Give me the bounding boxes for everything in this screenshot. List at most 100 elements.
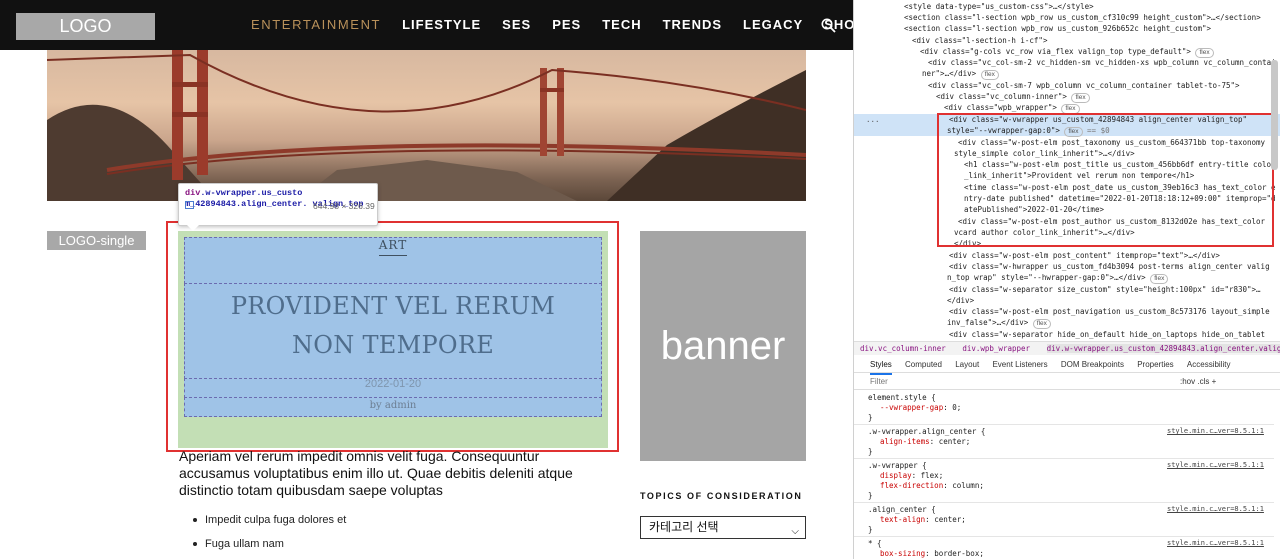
styles-filter-input[interactable]: Filter bbox=[870, 377, 888, 386]
breadcrumb: div.vc_column-inner div.wpb_wrapper div.… bbox=[854, 341, 1280, 355]
website-viewport: LOGO ENTERTAINMENT LIFESTYLE SES PES TEC… bbox=[0, 0, 853, 559]
rule-property[interactable]: text-align: center; bbox=[880, 515, 966, 525]
dom-line[interactable]: <div class="wpb_wrapper"> flex bbox=[944, 102, 1080, 114]
rule-selector[interactable]: .align_center { bbox=[868, 505, 936, 515]
property-value: center; bbox=[938, 437, 971, 446]
property-name: text-align bbox=[880, 515, 926, 524]
logo-single[interactable]: LOGO-single bbox=[47, 231, 146, 250]
dom-line[interactable]: <section class="l-section wpb_row us_cus… bbox=[904, 12, 1261, 23]
post-bullet-list: Impedit culpa fuga dolores et Fuga ullam… bbox=[192, 513, 346, 559]
dom-line[interactable]: </div> bbox=[947, 295, 974, 306]
property-value: center; bbox=[934, 515, 966, 524]
tab-computed[interactable]: Computed bbox=[905, 356, 942, 373]
dom-line-text: n_top wrap" style="--hwrapper-gap:0">…</… bbox=[947, 273, 1146, 282]
styles-tabbar: Styles Computed Layout Event Listeners D… bbox=[854, 356, 1280, 375]
dom-line[interactable]: <div class="w-post-elm post_content" ite… bbox=[949, 250, 1220, 261]
nav-item-lifestyle[interactable]: LIFESTYLE bbox=[402, 17, 481, 32]
rule-divider bbox=[854, 536, 1274, 537]
category-select[interactable]: 카테고리 선택 ⌵ bbox=[640, 516, 806, 539]
property-name: align-items bbox=[880, 437, 930, 446]
flex-badge[interactable]: flex bbox=[1150, 274, 1169, 284]
tab-styles[interactable]: Styles bbox=[870, 356, 892, 375]
rule-divider bbox=[854, 502, 1274, 503]
styles-filter-bar: Filter :hov .cls + bbox=[854, 374, 1280, 390]
tab-properties[interactable]: Properties bbox=[1137, 356, 1173, 373]
dom-line[interactable]: <div class="l-section-h i-cf"> bbox=[912, 35, 1047, 46]
flex-badge[interactable]: flex bbox=[1032, 319, 1051, 329]
flex-layout-icon bbox=[185, 201, 194, 209]
dom-line[interactable]: <div class="w-post-elm post_navigation u… bbox=[949, 306, 1270, 317]
breadcrumb-item[interactable]: div.vc_column-inner bbox=[860, 344, 946, 353]
rule-close: } bbox=[868, 491, 873, 500]
rule-source-link[interactable]: style.min.c…ver=8.5.1:1 bbox=[1167, 461, 1264, 469]
tooltip-dimensions: 644.98 × 326.39 bbox=[313, 201, 375, 211]
nav-item-legacy[interactable]: LEGACY bbox=[743, 17, 803, 32]
flex-badge[interactable]: flex bbox=[980, 70, 999, 80]
nav-item-pes[interactable]: PES bbox=[552, 17, 581, 32]
dom-line[interactable]: <div class="g-cols vc_row via_flex valig… bbox=[920, 46, 1214, 58]
dom-line[interactable]: <div class="vc_col-sm-7 wpb_column vc_co… bbox=[928, 80, 1240, 91]
dom-line[interactable]: <section class="l-section wpb_row us_cus… bbox=[904, 23, 1211, 34]
site-logo[interactable]: LOGO bbox=[16, 13, 155, 40]
rule-property[interactable]: --vwrapper-gap: 0; bbox=[880, 403, 961, 413]
property-value: flex; bbox=[920, 471, 944, 480]
nav-item-tech[interactable]: TECH bbox=[602, 17, 641, 32]
rule-close: } bbox=[868, 525, 873, 534]
dom-line[interactable]: <div class="w-hwrapper us_custom_fd4b309… bbox=[949, 261, 1270, 272]
rule-source-link[interactable]: style.min.c…ver=8.5.1:1 bbox=[1167, 505, 1264, 513]
styles-filter-tools[interactable]: :hov .cls + bbox=[1180, 374, 1216, 390]
rule-selector[interactable]: element.style { bbox=[868, 393, 936, 403]
rule-property[interactable]: box-sizing: border-box; bbox=[880, 549, 984, 559]
tab-layout[interactable]: Layout bbox=[955, 356, 979, 373]
rule-selector[interactable]: .w-vwrapper { bbox=[868, 461, 927, 471]
rule-property[interactable]: display: flex; bbox=[880, 471, 943, 481]
tab-event-listeners[interactable]: Event Listeners bbox=[992, 356, 1047, 373]
sidebar-banner[interactable]: banner bbox=[640, 231, 806, 461]
dom-line[interactable]: <div class="w-separator size_custom" sty… bbox=[949, 284, 1261, 295]
topics-heading: TOPICS OF CONSIDERATION bbox=[640, 491, 803, 501]
nav-item-entertainment[interactable]: ENTERTAINMENT bbox=[251, 17, 381, 32]
tooltip-selector-tag: div bbox=[185, 188, 201, 198]
rule-source-link[interactable]: style.min.c…ver=8.5.1:1 bbox=[1167, 427, 1264, 435]
dom-line[interactable]: <style data-type="us_custom-css">…</styl… bbox=[904, 1, 1094, 12]
breadcrumb-item[interactable]: div.wpb_wrapper bbox=[962, 344, 1030, 353]
dom-line[interactable]: n_top wrap" style="--hwrapper-gap:0">…</… bbox=[947, 272, 1169, 284]
property-value: border-box; bbox=[934, 549, 984, 558]
more-actions-icon[interactable]: ... bbox=[866, 114, 880, 125]
nav-item-trends[interactable]: TRENDS bbox=[663, 17, 722, 32]
devtools-panel: <style data-type="us_custom-css">…</styl… bbox=[853, 0, 1280, 559]
property-name: flex-direction bbox=[880, 481, 944, 490]
rule-property[interactable]: flex-direction: column; bbox=[880, 481, 984, 491]
tab-accessibility[interactable]: Accessibility bbox=[1187, 356, 1231, 373]
rule-close: } bbox=[868, 447, 873, 456]
screenshot: LOGO ENTERTAINMENT LIFESTYLE SES PES TEC… bbox=[0, 0, 1280, 559]
list-item: Impedit culpa fuga dolores et bbox=[192, 513, 346, 537]
rule-selector[interactable]: .w-vwrapper.align_center { bbox=[868, 427, 985, 437]
elements-scrollbar[interactable] bbox=[1271, 60, 1278, 170]
dom-line[interactable]: inv_false">…</div> flex bbox=[947, 317, 1051, 329]
search-icon[interactable] bbox=[821, 18, 836, 33]
rule-property[interactable]: align-items: center; bbox=[880, 437, 970, 447]
breadcrumb-item-current[interactable]: div.w-vwrapper.us_custom_42894843.align_… bbox=[1046, 344, 1280, 353]
site-header: LOGO ENTERTAINMENT LIFESTYLE SES PES TEC… bbox=[0, 0, 853, 50]
dom-line[interactable]: ner">…</div> flex bbox=[922, 68, 999, 80]
property-name: display bbox=[880, 471, 912, 480]
rule-close: } bbox=[868, 413, 873, 422]
dom-line-text: inv_false">…</div> bbox=[947, 318, 1029, 327]
styles-rules: element.style { --vwrapper-gap: 0; } .w-… bbox=[854, 391, 1280, 559]
dom-line[interactable]: <div class="vc_column-inner"> flex bbox=[936, 91, 1090, 103]
list-item: Fuga ullam nam bbox=[192, 537, 346, 559]
post-excerpt: Aperiam vel rerum impedit omnis velit fu… bbox=[179, 448, 573, 498]
dom-line-text: <div class="g-cols vc_row via_flex valig… bbox=[920, 47, 1191, 56]
dom-line[interactable]: <div class="vc_col-sm-2 vc_hidden-sm vc_… bbox=[928, 57, 1276, 68]
tab-dom-breakpoints[interactable]: DOM Breakpoints bbox=[1061, 356, 1124, 373]
rule-selector[interactable]: * { bbox=[868, 539, 882, 549]
nav-item-ses[interactable]: SES bbox=[502, 17, 531, 32]
dom-line[interactable]: <div class="w-separator hide_on_default … bbox=[949, 329, 1265, 340]
category-select-value: 카테고리 선택 bbox=[649, 520, 719, 534]
inspect-highlight-box bbox=[166, 221, 619, 452]
property-name: --vwrapper-gap bbox=[880, 403, 944, 412]
tooltip-arrow bbox=[187, 225, 199, 231]
main-nav: ENTERTAINMENT LIFESTYLE SES PES TECH TRE… bbox=[251, 17, 853, 32]
rule-source-link[interactable]: style.min.c…ver=8.5.1:1 bbox=[1167, 539, 1264, 547]
